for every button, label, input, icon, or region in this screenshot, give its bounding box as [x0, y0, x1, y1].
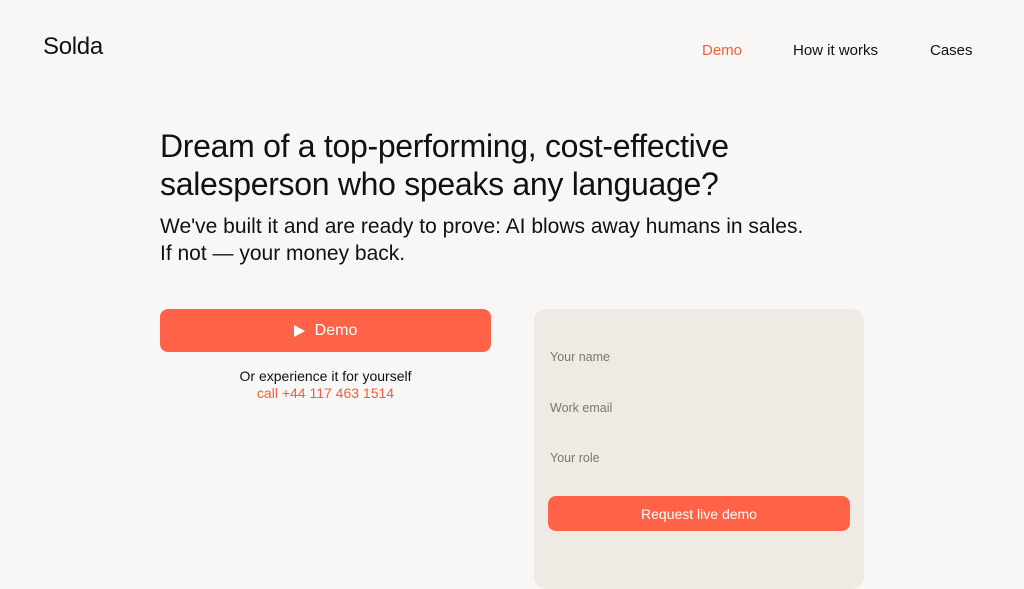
hero-headline-line-1: Dream of a top-performing, cost-effectiv… — [160, 128, 729, 164]
demo-request-form: Request live demo — [534, 309, 864, 589]
brand-logo[interactable]: Solda — [43, 33, 103, 61]
hero-subheadline-line-2: If not — your money back. — [160, 242, 406, 265]
hero-subheadline-line-1: We've built it and are ready to prove: A… — [160, 215, 804, 238]
hero-headline: Dream of a top-performing, cost-effectiv… — [160, 127, 860, 203]
nav-link-cases[interactable]: Cases — [930, 42, 973, 59]
alt-contact: Or experience it for yourself call +44 1… — [160, 368, 491, 402]
demo-button[interactable]: Demo — [160, 309, 491, 352]
play-icon — [293, 324, 305, 337]
nav-link-how-it-works[interactable]: How it works — [793, 42, 878, 59]
hero-subheadline: We've built it and are ready to prove: A… — [160, 213, 860, 267]
call-phone-link[interactable]: call +44 117 463 1514 — [160, 385, 491, 402]
demo-button-label: Demo — [314, 321, 358, 339]
role-input[interactable] — [548, 446, 852, 470]
nav-link-demo[interactable]: Demo — [702, 42, 742, 59]
hero-headline-line-2: salesperson who speaks any language? — [160, 166, 719, 202]
alt-contact-text: Or experience it for yourself — [239, 368, 412, 384]
request-live-demo-button[interactable]: Request live demo — [548, 496, 850, 531]
work-email-input[interactable] — [548, 396, 852, 420]
name-input[interactable] — [548, 345, 852, 369]
